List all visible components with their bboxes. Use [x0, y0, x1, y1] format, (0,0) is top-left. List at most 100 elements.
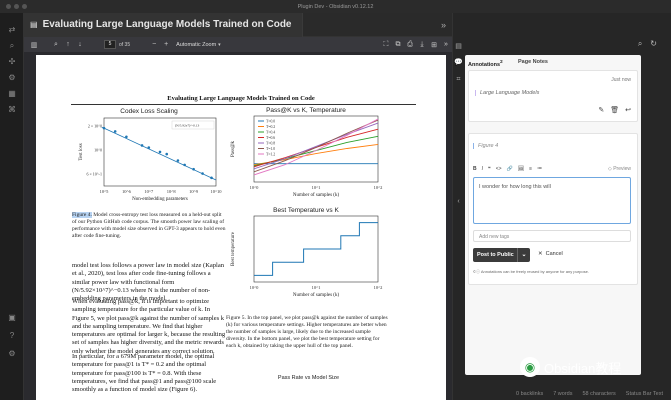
bookmark-icon[interactable]: ⊞ [428, 41, 440, 49]
tab-bar: ▤ Evaluating Large Language Models Train… [24, 12, 452, 37]
plugin-icon[interactable]: ⚙ [7, 73, 17, 83]
data-point [158, 150, 162, 154]
pass-at-k-plot: 10^0 10^1 10^2 Number of samples (k) Pass@k T… [231, 115, 382, 198]
x-tick-label: 10^1 [312, 285, 321, 290]
edit-icon[interactable]: ✎ [598, 106, 604, 114]
x-axis-label: Non-embedding parameters [132, 197, 188, 202]
more-tabs-button[interactable]: » [441, 20, 446, 30]
help-icon[interactable]: ? [7, 331, 17, 341]
annotations-panel: Annotations2 Page Notes Just now Large L… [465, 55, 641, 375]
tab-title: Evaluating Large Language Models Trained… [42, 19, 292, 30]
data-point [192, 167, 195, 171]
comment-icon[interactable]: 💬 [454, 58, 463, 66]
backlinks-count[interactable]: 0 backlinks [516, 391, 543, 397]
window-controls[interactable] [6, 4, 27, 9]
best-temperature-line [254, 222, 378, 276]
search-icon[interactable]: ⌕ [7, 41, 17, 51]
post-button[interactable]: Post to Public ⌄ [473, 248, 530, 262]
chevron-down-icon[interactable]: ▾ [218, 42, 221, 48]
daily-note-icon[interactable]: ▦ [7, 89, 17, 99]
tab-paper[interactable]: ▤ Evaluating Large Language Models Train… [24, 12, 303, 37]
sidebar-toggle-icon[interactable]: ▥ [28, 41, 40, 49]
x-axis-label: Number of samples (k) [293, 193, 340, 198]
x-tick-label: 10^2 [374, 285, 383, 290]
open-quick-switcher-icon[interactable]: ⇄ [7, 25, 17, 35]
page-number-input[interactable]: 5 [104, 40, 116, 49]
bold-button[interactable]: B [473, 166, 477, 174]
status-text: Status Bar Text [625, 391, 663, 397]
zoom-out-icon[interactable]: − [148, 41, 160, 48]
image-icon[interactable]: 🖼 [518, 166, 524, 174]
settings-gear-icon[interactable]: ⚙ [7, 349, 17, 359]
data-point [201, 172, 204, 175]
zoom-in-icon[interactable]: + [160, 41, 172, 48]
annotation-textarea[interactable]: I wonder for how long this will [473, 177, 631, 224]
download-icon[interactable]: ⤓ [416, 41, 428, 49]
refresh-icon[interactable]: ↻ [650, 39, 657, 53]
next-chart-title: Pass Rate vs Model Size [277, 375, 340, 381]
data-point [102, 126, 106, 130]
legend-label: T=1.2 [266, 153, 275, 157]
prev-page-icon[interactable]: ↑ [62, 41, 74, 48]
figure-4-caption: Figure 4. Model cross-entropy test loss … [72, 212, 226, 239]
x-tick-label: 10^0 [250, 285, 260, 290]
search-icon[interactable]: ⌕ [638, 39, 642, 53]
tab-annotations[interactable]: Annotations2 [465, 55, 515, 69]
annotation-timestamp: Just now [611, 77, 631, 83]
paragraph: In particular, for a 679M parameter mode… [72, 353, 217, 394]
numbered-list-icon[interactable]: ≔ [537, 166, 542, 174]
window-title: Plugin Dev - Obsidian v0.12.12 [297, 3, 374, 10]
next-page-icon[interactable]: ↓ [74, 41, 86, 48]
quote-icon[interactable]: ❝ [488, 166, 491, 174]
print-icon[interactable]: ⎙ [404, 41, 416, 49]
x-tick-label: 10^10 [210, 189, 222, 194]
figure-4-highlight[interactable]: Figure 4. [72, 212, 92, 218]
data-point [183, 163, 186, 167]
cancel-button[interactable]: ✕ Cancel [538, 251, 563, 257]
document-icon: ▤ [30, 20, 38, 29]
vault-icon[interactable]: ▣ [7, 313, 17, 323]
x-tick-label: 10^7 [144, 189, 154, 194]
tab-page-notes[interactable]: Page Notes [515, 55, 565, 69]
annotation-quote: Large Language Models [475, 90, 539, 96]
visibility-note: ©ⓘ Annotations can be freely reused by a… [473, 269, 589, 274]
find-icon[interactable]: ⌕ [50, 41, 62, 49]
template-icon[interactable]: ⌘ [7, 105, 17, 115]
bookmark-icon[interactable]: ⌗ [454, 76, 463, 84]
open-file-icon[interactable]: ⧉ [392, 41, 404, 49]
italic-button[interactable]: I [482, 166, 483, 174]
legend-label: T=0.6 [266, 136, 275, 140]
status-bar: 0 backlinks 7 words 58 characters Status… [452, 388, 671, 400]
page-count: of 35 [119, 41, 131, 48]
preview-button[interactable]: ◇ Preview [608, 166, 631, 174]
x-tick-label: 10^8 [167, 189, 177, 194]
wechat-logo-icon: ◉ [520, 357, 540, 377]
legend-label: T=0.8 [266, 142, 275, 146]
annotation-card[interactable]: Just now Large Language Models ✎ 🗑 ↩ [468, 70, 638, 122]
sidebar-icon-rail: ▤ 💬 ⌗ ‹ [452, 40, 465, 400]
code-icon[interactable]: <> [496, 166, 502, 174]
chevron-down-icon[interactable]: ⌄ [517, 248, 530, 262]
zoom-select[interactable]: Automatic Zoom [176, 42, 216, 48]
tools-icon[interactable]: » [440, 41, 452, 49]
figure-5-caption: Figure 5. In the top panel, we plot pass… [226, 315, 388, 349]
paper-header: Evaluating Large Language Models Trained… [167, 95, 315, 102]
graph-view-icon[interactable]: ✣ [7, 57, 17, 67]
link-icon[interactable]: 🔗 [507, 166, 513, 174]
tags-input[interactable]: Add new tags [473, 230, 631, 242]
header-rule [71, 104, 416, 105]
list-icon[interactable]: ≡ [529, 166, 532, 174]
legend-label: T=0.4 [266, 131, 275, 135]
annotation-tabs: Annotations2 Page Notes [465, 55, 641, 69]
x-tick-label: 10^9 [189, 189, 199, 194]
reply-icon[interactable]: ↩ [625, 106, 631, 114]
y-tick-label: 2 × 10^0 [88, 124, 102, 129]
data-point [176, 159, 180, 162]
char-count: 58 characters [582, 391, 616, 397]
x-axis-label: Number of samples (k) [293, 293, 340, 298]
presentation-icon[interactable]: ⛶ [380, 41, 392, 49]
collapse-icon[interactable]: ‹ [454, 198, 463, 205]
x-tick-label: 10^1 [312, 185, 321, 190]
trash-icon[interactable]: 🗑 [610, 106, 619, 114]
legend-label: (N/5.92e7)^-0.13 [175, 124, 199, 128]
